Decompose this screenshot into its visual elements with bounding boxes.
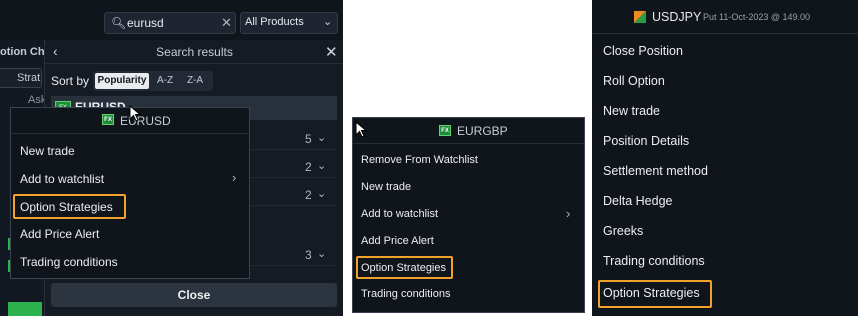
products-dropdown[interactable]: All Products ⌄: [240, 12, 338, 34]
menu-title: EURUSD: [120, 114, 171, 128]
fx-icon: FX: [439, 125, 451, 136]
result-count: 2: [305, 188, 312, 202]
top-search-bar: 🔍︎ eurusd ✕ All Products ⌄: [0, 8, 343, 36]
menu-item-roll-option[interactable]: Roll Option: [603, 74, 665, 88]
search-input[interactable]: 🔍︎ eurusd ✕: [104, 12, 236, 34]
menu-item-position-details[interactable]: Position Details: [603, 134, 689, 148]
mouse-cursor-icon: [129, 105, 141, 122]
chevron-down-icon: ⌄: [323, 16, 333, 28]
menu-symbol: USDJPY: [652, 10, 702, 24]
menu-subtitle: Put 11-Oct-2023 @ 149.00: [703, 12, 811, 22]
menu-item-delta-hedge[interactable]: Delta Hedge: [603, 194, 673, 208]
results-header: ‹ Search results ✕: [45, 40, 343, 64]
context-menu-eurusd: FX EURUSD New trade Add to watchlist › O…: [10, 107, 250, 279]
menu-item-trading-conditions[interactable]: Trading conditions: [20, 255, 118, 269]
clear-icon[interactable]: ✕: [221, 15, 232, 31]
menu-item-remove-from-watchlist[interactable]: Remove From Watchlist: [361, 154, 478, 166]
result-count: 2: [305, 160, 312, 174]
bg-title-fragment: otion Ch: [0, 46, 45, 58]
bg-green-bar: [8, 302, 42, 316]
chevron-right-icon: ›: [232, 170, 237, 185]
search-icon: 🔍︎: [111, 16, 127, 30]
menu-item-add-to-watchlist[interactable]: Add to watchlist: [20, 172, 104, 186]
chevron-down-icon: ⌄: [317, 248, 327, 260]
search-value: eurusd: [127, 16, 164, 30]
menu-item-option-strategies[interactable]: Option Strategies: [603, 286, 700, 300]
products-label: All Products: [245, 16, 304, 28]
menu-item-settlement-method[interactable]: Settlement method: [603, 164, 708, 178]
menu-item-option-strategies[interactable]: Option Strategies: [361, 262, 446, 274]
menu-item-add-price-alert[interactable]: Add Price Alert: [20, 227, 99, 241]
results-title: Search results: [156, 45, 233, 59]
menu-header: USDJPY Put 11-Oct-2023 @ 149.00: [592, 0, 858, 34]
sort-tabs: Popularity A-Z Z-A: [93, 71, 213, 91]
sort-tab-z-a[interactable]: Z-A: [181, 73, 209, 89]
menu-item-greeks[interactable]: Greeks: [603, 224, 643, 238]
menu-item-new-trade[interactable]: New trade: [603, 104, 660, 118]
menu-item-trading-conditions[interactable]: Trading conditions: [603, 254, 705, 268]
menu-item-new-trade[interactable]: New trade: [361, 181, 411, 193]
result-count: 3: [305, 248, 312, 262]
flag-icon: [634, 11, 646, 23]
panel-eurusd-search: 🔍︎ eurusd ✕ All Products ⌄ otion Ch Stra…: [0, 0, 343, 316]
menu-item-trading-conditions[interactable]: Trading conditions: [361, 288, 450, 300]
sort-tab-a-z[interactable]: A-Z: [151, 73, 179, 89]
menu-item-option-strategies[interactable]: Option Strategies: [20, 200, 113, 214]
close-button[interactable]: Close: [51, 283, 337, 307]
menu-item-add-to-watchlist[interactable]: Add to watchlist: [361, 208, 438, 220]
bg-strategy-fragment: Strat: [17, 72, 41, 84]
context-menu-eurgbp: FX EURGBP Remove From Watchlist New trad…: [352, 117, 585, 313]
result-count: 5: [305, 132, 312, 146]
menu-item-add-price-alert[interactable]: Add Price Alert: [361, 235, 434, 247]
chevron-down-icon: ⌄: [317, 132, 327, 144]
bg-strategy-button: Strat: [0, 68, 42, 88]
position-menu-usdjpy: USDJPY Put 11-Oct-2023 @ 149.00 Close Po…: [592, 0, 858, 316]
menu-title: EURGBP: [457, 124, 508, 138]
sort-tab-popularity[interactable]: Popularity: [95, 73, 149, 89]
fx-icon: FX: [102, 114, 114, 125]
chevron-down-icon: ⌄: [317, 160, 327, 172]
chevron-down-icon: ⌄: [317, 188, 327, 200]
sort-label: Sort by: [51, 74, 90, 88]
chevron-right-icon: ›: [566, 206, 571, 221]
sort-row: Sort by Popularity A-Z Z-A: [45, 70, 343, 92]
menu-header: FX EURGBP: [353, 118, 584, 144]
menu-item-new-trade[interactable]: New trade: [20, 144, 75, 158]
menu-item-close-position[interactable]: Close Position: [603, 44, 683, 58]
mouse-cursor-icon: [355, 121, 367, 138]
close-icon[interactable]: ✕: [325, 43, 338, 61]
